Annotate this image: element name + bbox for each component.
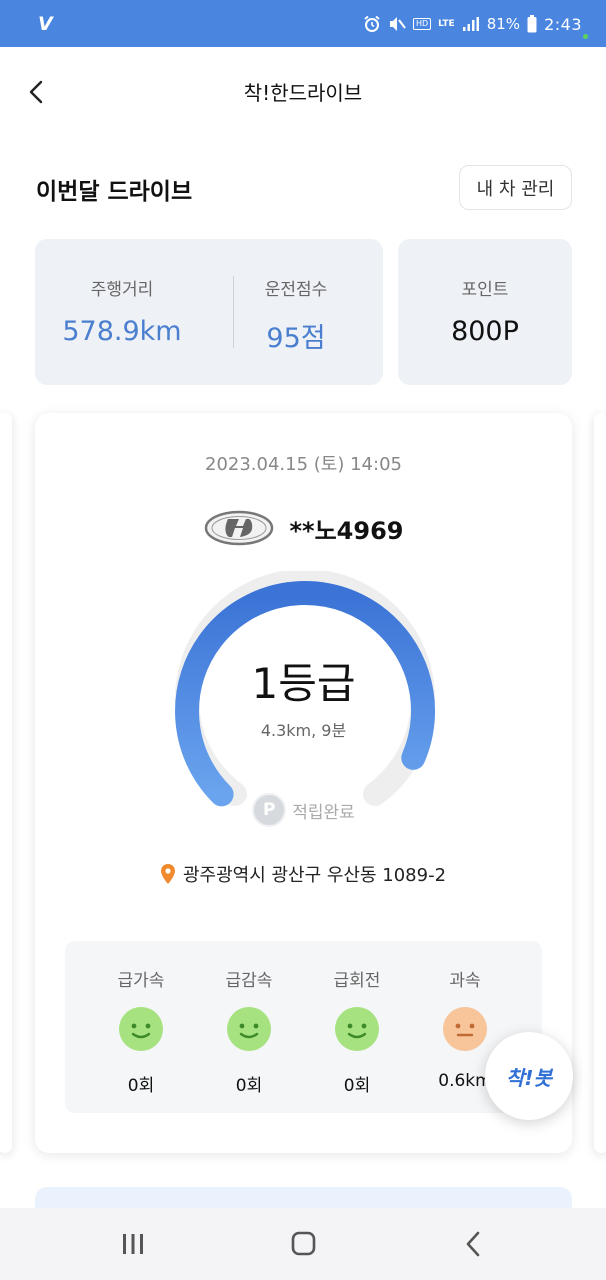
happy-face-icon xyxy=(119,1007,163,1051)
page-title: 착!한드라이브 xyxy=(243,81,363,105)
event-rapid-deceleration: 급감속 0회 xyxy=(195,941,303,1113)
distance-value: 578.9km xyxy=(62,316,182,347)
drive-datetime: 2023.04.15 (토) 14:05 xyxy=(205,454,402,475)
next-drive-card-peek[interactable] xyxy=(594,413,606,1153)
points-card[interactable]: 포인트 800P xyxy=(398,239,572,385)
hd-voice-badge: HD xyxy=(412,18,432,30)
neutral-face-icon xyxy=(443,1007,487,1051)
points-value: 800P xyxy=(451,316,519,347)
event-value: 0회 xyxy=(235,1076,263,1096)
status-icons: HD LTE 81% 2:43 xyxy=(363,13,582,35)
distance-stat: 주행거리 578.9km xyxy=(35,239,209,385)
event-rapid-acceleration: 급가속 0회 xyxy=(87,941,195,1113)
alarm-icon xyxy=(364,15,380,32)
carrier-logo: V xyxy=(38,13,53,35)
event-label: 급회전 xyxy=(333,971,381,991)
battery-icon xyxy=(527,15,537,33)
monthly-stats-card: 주행거리 578.9km 운전점수 95점 xyxy=(35,239,383,385)
car-info-row: **노4969 xyxy=(35,508,572,548)
lte-indicator: LTE xyxy=(438,18,455,29)
points-saved-status: 적립완료 xyxy=(292,802,355,823)
hyundai-logo-icon xyxy=(204,510,273,546)
drive-distance-time: 4.3km, 9분 xyxy=(260,721,347,740)
score-value: 95점 xyxy=(266,323,326,354)
signal-icon xyxy=(462,17,479,31)
privacy-dot-indicator xyxy=(583,34,588,39)
points-saved-row: P 적립완료 xyxy=(35,793,572,827)
score-stat: 운전점수 95점 xyxy=(209,239,383,385)
distance-label: 주행거리 xyxy=(90,280,154,300)
license-plate: **노4969 xyxy=(289,516,404,545)
happy-face-icon xyxy=(335,1007,379,1051)
status-bar: V HD LTE 81% 2:43 xyxy=(0,0,606,47)
drive-grade: 1등급 xyxy=(251,659,356,708)
drive-address: 광주광역시 광산구 우산동 1089-2 xyxy=(182,865,447,886)
event-label: 과속 xyxy=(449,971,481,991)
location-pin-icon xyxy=(160,864,175,884)
system-navigation-bar xyxy=(0,1208,606,1280)
mute-icon xyxy=(389,17,406,31)
event-value: 0회 xyxy=(343,1076,371,1096)
score-label: 운전점수 xyxy=(264,280,328,300)
chatbot-button[interactable]: 착!봇 xyxy=(485,1032,573,1120)
drive-record-card[interactable]: 2023.04.15 (토) 14:05 **노4969 1등급 4.3km, … xyxy=(35,413,572,1153)
driving-events-box: 급가속 0회 급감속 0회 급회전 0회 과속 0.6km xyxy=(65,941,542,1113)
event-value: 0회 xyxy=(127,1076,155,1096)
status-time: 2:43 xyxy=(544,14,582,34)
event-label: 급가속 xyxy=(117,971,165,991)
previous-drive-card-peek[interactable] xyxy=(0,413,12,1153)
recents-icon[interactable] xyxy=(113,1228,153,1260)
battery-percent: 81% xyxy=(486,15,521,33)
happy-face-icon xyxy=(227,1007,271,1051)
nav-back-icon[interactable] xyxy=(453,1228,493,1260)
event-label: 급감속 xyxy=(225,971,273,991)
event-sharp-turn: 급회전 0회 xyxy=(303,941,411,1113)
home-icon[interactable] xyxy=(283,1228,323,1260)
points-label: 포인트 xyxy=(461,280,509,300)
app-header: 착!한드라이브 xyxy=(0,47,606,137)
address-row: 광주광역시 광산구 우산동 1089-2 xyxy=(35,861,572,887)
points-p-badge: P xyxy=(252,793,287,827)
my-car-manage-button[interactable]: 내 차 관리 xyxy=(459,165,572,210)
monthly-drive-title: 이번달 드라이브 xyxy=(36,179,193,205)
